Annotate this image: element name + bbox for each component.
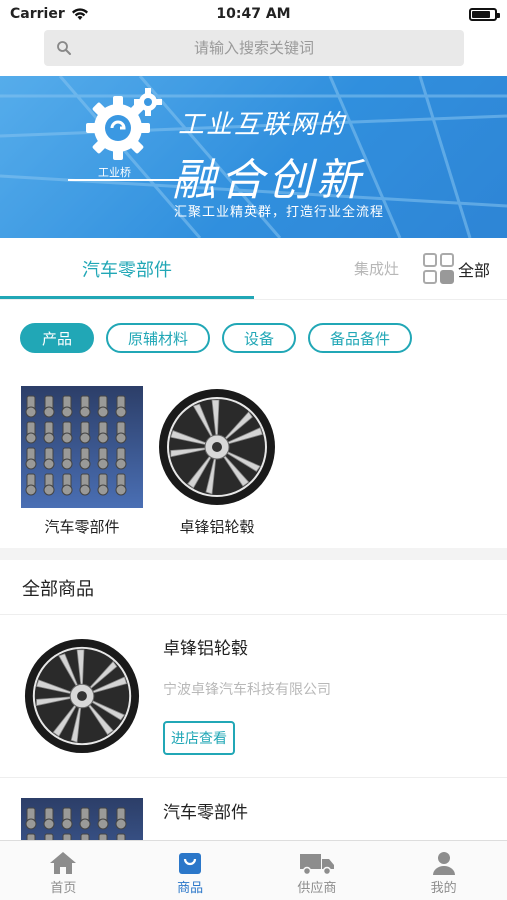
- auto-parts-image: [21, 386, 143, 508]
- auto-parts-image: [21, 798, 143, 840]
- alloy-wheel-image: [158, 388, 276, 506]
- nav-mine[interactable]: 我的: [380, 841, 507, 900]
- banner-title-line2: 融合创新: [172, 155, 364, 206]
- category-label: 汽车零部件: [44, 518, 120, 536]
- search-input[interactable]: [84, 30, 464, 66]
- search-bar[interactable]: [44, 30, 464, 66]
- bag-icon: [177, 849, 203, 877]
- category-item-alloy-wheel[interactable]: 卓锋铝轮毂: [156, 386, 278, 537]
- home-icon: [48, 849, 78, 877]
- gear-logo-icon: [86, 88, 162, 160]
- status-bar: Carrier 10:47 AM: [0, 0, 507, 28]
- nav-label: 我的: [430, 881, 457, 896]
- product-name[interactable]: 卓锋铝轮毂: [163, 634, 248, 659]
- battery-icon: [469, 7, 500, 21]
- nav-label: 商品: [177, 881, 204, 896]
- product-image-auto-parts[interactable]: [21, 798, 143, 840]
- pill-equipment[interactable]: 设备: [222, 323, 297, 353]
- divider: [0, 777, 507, 778]
- grid-icon: [422, 252, 456, 286]
- pill-spare-parts[interactable]: 备品备件: [308, 323, 413, 353]
- pill-raw-materials[interactable]: 原辅材料: [106, 323, 211, 353]
- nav-label: 首页: [50, 881, 77, 896]
- product-shop-name: 宁波卓锋汽车科技有限公司: [163, 682, 331, 698]
- section-divider: [0, 548, 507, 560]
- all-goods-title: 全部商品: [22, 579, 94, 600]
- bottom-tab-bar: 首页 商品 供应商 我的: [0, 840, 507, 900]
- tab-all-button[interactable]: 全部: [422, 252, 490, 286]
- carrier-label: Carrier: [10, 6, 65, 22]
- banner-title-line1: 工业互联网的: [178, 110, 347, 140]
- promo-banner[interactable]: 工业桥 工业互联网的 融合创新 汇聚工业精英群，打造行业全流程: [0, 76, 507, 238]
- category-label: 卓锋铝轮毂: [179, 518, 255, 536]
- tab-auto-parts[interactable]: 汽车零部件: [0, 238, 254, 300]
- visit-shop-button[interactable]: 进店查看: [163, 721, 235, 755]
- nav-label: 供应商: [297, 881, 337, 896]
- banner-subtitle: 汇聚工业精英群，打造行业全流程: [174, 205, 385, 220]
- category-item-auto-parts[interactable]: 汽车零部件: [21, 386, 143, 537]
- search-icon: [44, 40, 84, 56]
- tab-all-label: 全部: [458, 261, 491, 280]
- pill-products[interactable]: 产品: [20, 323, 95, 353]
- person-icon: [431, 849, 457, 877]
- category-tabs: 汽车零部件 集成灶 全部: [0, 238, 507, 300]
- nav-suppliers[interactable]: 供应商: [254, 841, 381, 900]
- product-image-alloy-wheel[interactable]: [22, 636, 142, 756]
- status-left: Carrier: [10, 6, 89, 22]
- tab-active-indicator: [0, 296, 254, 299]
- tab-integrated-stove[interactable]: 集成灶: [354, 258, 399, 279]
- nav-home[interactable]: 首页: [0, 841, 127, 900]
- truck-icon: [299, 849, 335, 877]
- divider: [0, 614, 507, 615]
- nav-goods[interactable]: 商品: [127, 841, 254, 900]
- wifi-icon: [71, 8, 88, 20]
- filter-pills: 产品 原辅材料 设备 备品备件: [20, 323, 413, 353]
- product-name[interactable]: 汽车零部件: [163, 798, 248, 823]
